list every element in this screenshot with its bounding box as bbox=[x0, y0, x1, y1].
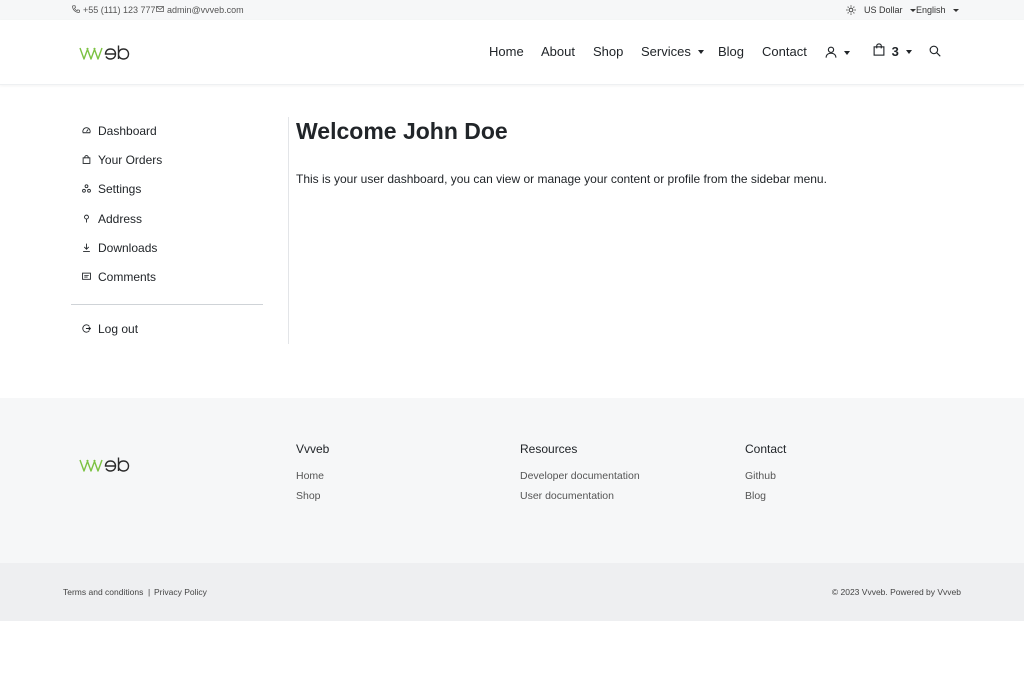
footer-heading-vvveb: Vvveb bbox=[296, 442, 330, 456]
envelope-icon bbox=[156, 5, 164, 15]
footer-logo[interactable]: vvveb bbox=[79, 457, 131, 473]
sidebar-item-label: Settings bbox=[98, 182, 142, 196]
bag-icon bbox=[873, 42, 885, 59]
chevron-down-icon bbox=[952, 8, 959, 12]
nav-services[interactable]: Services bbox=[641, 44, 704, 59]
footer-link-home[interactable]: Home bbox=[296, 470, 324, 482]
sidebar-item-downloads[interactable]: Downloads bbox=[82, 241, 157, 255]
nav-contact[interactable]: Contact bbox=[762, 44, 807, 59]
footer-link-developer-docs[interactable]: Developer documentation bbox=[520, 470, 640, 482]
cart-count: 3 bbox=[891, 44, 899, 59]
footer-heading-contact: Contact bbox=[745, 442, 787, 456]
content-divider bbox=[288, 117, 289, 344]
download-icon bbox=[82, 241, 91, 255]
search-button[interactable] bbox=[929, 45, 941, 60]
pin-icon bbox=[82, 212, 91, 226]
nav-about[interactable]: About bbox=[541, 44, 575, 59]
user-menu[interactable] bbox=[825, 45, 850, 61]
sidebar-item-label: Dashboard bbox=[98, 124, 157, 138]
link-separator: | bbox=[148, 587, 151, 597]
sidebar-item-label: Your Orders bbox=[98, 153, 163, 167]
footer-link-github[interactable]: Github bbox=[745, 470, 776, 482]
chevron-down-icon bbox=[697, 49, 704, 54]
email-address: admin@vvveb.com bbox=[167, 5, 244, 15]
header: vvveb Home About Shop Services Blog Cont… bbox=[0, 20, 1024, 85]
sidebar-item-label: Downloads bbox=[98, 241, 158, 255]
sidebar-divider bbox=[71, 304, 263, 305]
language-label: English bbox=[916, 5, 946, 15]
privacy-link[interactable]: Privacy Policy bbox=[154, 587, 207, 597]
search-icon bbox=[929, 45, 941, 60]
currency-dropdown[interactable]: US Dollar bbox=[864, 5, 916, 15]
phone-number: +55 (111) 123 777 bbox=[83, 5, 156, 15]
phone-link[interactable]: +55 (111) 123 777 bbox=[72, 5, 155, 15]
currency-label: US Dollar bbox=[864, 5, 903, 15]
top-bar: +55 (111) 123 777 admin@vvveb.com US Dol… bbox=[0, 0, 1024, 20]
logout-label: Log out bbox=[98, 322, 139, 336]
phone-icon bbox=[72, 5, 80, 15]
dashboard-description: This is your user dashboard, you can vie… bbox=[296, 172, 827, 186]
chevron-down-icon bbox=[909, 8, 916, 12]
sidebar-item-orders[interactable]: Your Orders bbox=[82, 153, 162, 167]
chevron-down-icon bbox=[905, 49, 912, 54]
logout-button[interactable]: Log out bbox=[82, 322, 138, 336]
footer-link-blog[interactable]: Blog bbox=[745, 490, 766, 502]
sidebar-item-label: Address bbox=[98, 212, 143, 226]
footer-heading-resources: Resources bbox=[520, 442, 578, 456]
nav-services-label: Services bbox=[641, 44, 691, 59]
email-link[interactable]: admin@vvveb.com bbox=[156, 5, 244, 15]
sidebar-item-comments[interactable]: Comments bbox=[82, 270, 156, 284]
copyright-text: © 2023 Vvveb. Powered by Vvveb bbox=[831, 587, 961, 597]
footer-link-user-docs[interactable]: User documentation bbox=[520, 490, 614, 502]
sidebar-item-address[interactable]: Address bbox=[82, 212, 142, 226]
theme-toggle[interactable] bbox=[846, 5, 856, 17]
bag-icon bbox=[82, 153, 91, 167]
nav-blog[interactable]: Blog bbox=[718, 44, 744, 59]
page-title: Welcome John Doe bbox=[296, 118, 508, 144]
sidebar-item-settings[interactable]: Settings bbox=[82, 182, 141, 196]
bottom-bar: Terms and conditions | Privacy Policy © … bbox=[0, 563, 1024, 621]
chevron-down-icon bbox=[844, 50, 850, 55]
cart-menu[interactable]: 3 bbox=[873, 42, 912, 61]
footer: vvveb Vvveb Home Shop Resources Develope… bbox=[0, 398, 1024, 563]
sidebar-item-dashboard[interactable]: Dashboard bbox=[82, 124, 157, 138]
logout-icon bbox=[82, 322, 92, 336]
site-logo[interactable]: vvveb bbox=[79, 45, 131, 61]
language-dropdown[interactable]: English bbox=[916, 5, 959, 15]
settings-icon bbox=[82, 182, 91, 196]
comment-icon bbox=[82, 270, 91, 284]
nav-shop[interactable]: Shop bbox=[593, 44, 623, 59]
footer-link-shop[interactable]: Shop bbox=[296, 490, 321, 502]
sun-icon bbox=[846, 5, 856, 17]
nav-home[interactable]: Home bbox=[489, 44, 524, 59]
user-icon bbox=[825, 46, 837, 61]
dashboard-icon bbox=[82, 124, 91, 138]
terms-link[interactable]: Terms and conditions bbox=[63, 587, 143, 597]
sidebar-item-label: Comments bbox=[98, 270, 157, 284]
